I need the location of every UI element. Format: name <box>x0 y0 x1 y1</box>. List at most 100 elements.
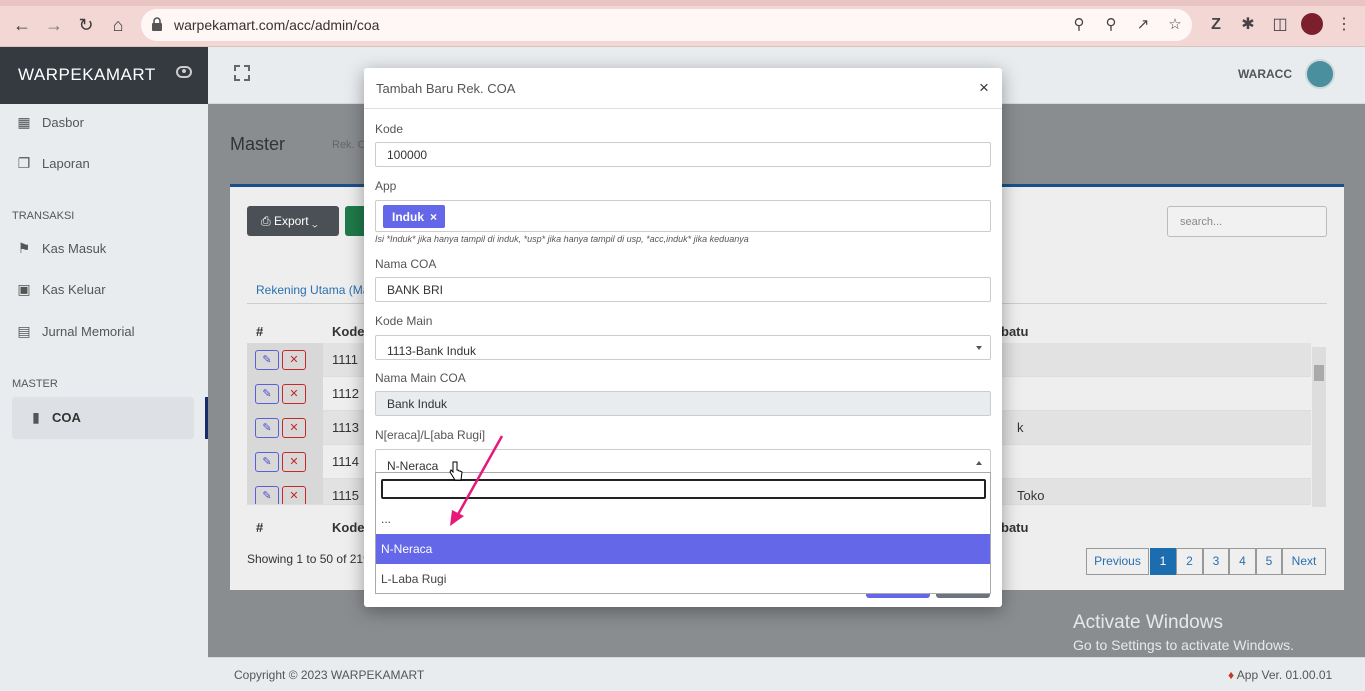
url-text[interactable]: warpekamart.com/acc/admin/coa <box>174 17 379 33</box>
table-scrollbar[interactable] <box>1312 347 1326 507</box>
sidebar-item-label: Dasbor <box>42 115 84 130</box>
nama-coa-label: Nama COA <box>375 257 437 271</box>
puzzle-icon[interactable]: ✱ <box>1237 14 1259 36</box>
key-icon[interactable]: ⚲ <box>1069 15 1089 35</box>
footer-kode: Kode <box>332 520 365 535</box>
watermark-line2: Go to Settings to activate Windows. <box>1073 637 1294 653</box>
trash-icon[interactable]: ✕ <box>282 384 306 404</box>
fullscreen-icon[interactable] <box>234 65 250 81</box>
edit-icon[interactable]: ✎ <box>255 350 279 370</box>
star-icon[interactable]: ☆ <box>1165 15 1185 35</box>
share-icon[interactable]: ↗ <box>1133 15 1153 35</box>
neraca-value: N-Neraca <box>387 459 439 473</box>
reload-icon[interactable]: ↻ <box>75 14 97 36</box>
kode-main-value: 1113-Bank Induk <box>387 344 476 358</box>
money-icon: ▣ <box>17 281 31 297</box>
search-input[interactable]: search... <box>1167 206 1327 237</box>
browser-chrome: ← → ↻ ⌂ warpekamart.com/acc/admin/coa ⚲ … <box>0 0 1365 47</box>
sidebar-item-kas-keluar[interactable]: ▣ Kas Keluar <box>12 271 194 309</box>
version-text: App Ver. 01.00.01 <box>1236 668 1333 682</box>
extension-z-icon[interactable]: Z <box>1205 14 1227 36</box>
app-tag: Induk × <box>383 205 446 228</box>
nama-main-input: Bank Induk <box>375 391 991 416</box>
breadcrumb: Rek. C <box>332 139 366 151</box>
avatar[interactable] <box>1305 59 1335 89</box>
sidebar-item-label: COA <box>52 410 81 425</box>
footer-num: # <box>256 520 264 535</box>
sidebar-item-coa[interactable]: ▮ COA <box>12 397 194 439</box>
sidebar-item-label: Laporan <box>42 156 90 171</box>
tab-rekening-utama[interactable]: Rekening Utama (Ma <box>256 283 369 297</box>
nama-main-label: Nama Main COA <box>375 371 466 385</box>
header-batu[interactable]: batu <box>1001 324 1028 339</box>
pager-page-3[interactable]: 3 <box>1203 548 1229 575</box>
eye-icon[interactable] <box>176 66 192 78</box>
address-bar[interactable]: warpekamart.com/acc/admin/coa ⚲ ⚲ ↗ ☆ <box>141 9 1192 41</box>
table-icon: ▦ <box>17 114 31 130</box>
watermark-line1: Activate Windows <box>1073 612 1223 633</box>
dropdown-option-selected[interactable]: N-Neraca <box>376 534 990 564</box>
pager-page-2[interactable]: 2 <box>1176 548 1203 575</box>
layers-icon: ♦ <box>1228 668 1235 682</box>
nama-coa-input[interactable]: BANK BRI <box>375 277 991 302</box>
export-button[interactable]: ⎙ Export ⌄ <box>247 206 339 236</box>
pager-previous[interactable]: Previous <box>1086 548 1149 575</box>
home-icon[interactable]: ⌂ <box>107 14 129 36</box>
scrollbar-thumb[interactable] <box>1314 365 1324 381</box>
edit-icon[interactable]: ✎ <box>255 418 279 438</box>
app-version: ♦ App Ver. 01.00.01 <box>1228 668 1332 682</box>
hand-cursor-icon <box>449 461 463 481</box>
brand-name[interactable]: WARPEKAMART <box>18 65 156 85</box>
page-title: Master <box>230 134 286 154</box>
row-kode: 1112 <box>332 386 359 401</box>
forward-icon[interactable]: → <box>43 14 65 36</box>
modal-header: Tambah Baru Rek. COA × <box>364 68 1002 109</box>
bank-icon: ⚑ <box>17 240 31 256</box>
sidebar-item-label: Kas Masuk <box>42 241 107 256</box>
app-hint: Isi *Induk* jika hanya tampil di induk, … <box>375 234 749 244</box>
sidebar-item-laporan[interactable]: ❐ Laporan <box>12 145 194 183</box>
kode-input[interactable]: 100000 <box>375 142 991 167</box>
pager-next[interactable]: Next <box>1282 548 1326 575</box>
showing-info: Showing 1 to 50 of 219 <box>247 552 370 566</box>
pager-page-5[interactable]: 5 <box>1256 548 1282 575</box>
user-name[interactable]: WARACC <box>1238 67 1292 81</box>
edit-icon[interactable]: ✎ <box>255 452 279 472</box>
trash-icon[interactable]: ✕ <box>282 486 306 504</box>
sidebar-item-label: Jurnal Memorial <box>42 324 135 339</box>
kebab-menu-icon[interactable]: ⋮ <box>1333 14 1355 36</box>
trash-icon[interactable]: ✕ <box>282 350 306 370</box>
pager-page-1[interactable]: 1 <box>1150 548 1176 575</box>
chevron-down-icon <box>976 346 982 350</box>
page-footer: Copyright © 2023 WARPEKAMART ♦ App Ver. … <box>208 657 1365 691</box>
row-fragment: Toko <box>1017 488 1045 503</box>
edit-icon[interactable]: ✎ <box>255 384 279 404</box>
sidebar: WARPEKAMART ▦ Dasbor ❐ Laporan TRANSAKSI… <box>0 47 208 691</box>
app-tag-input[interactable]: Induk × <box>375 200 991 232</box>
zoom-icon[interactable]: ⚲ <box>1101 15 1121 35</box>
sidebar-item-jurnal-memorial[interactable]: ▤ Jurnal Memorial <box>12 313 194 351</box>
trash-icon[interactable]: ✕ <box>282 452 306 472</box>
modal-title: Tambah Baru Rek. COA <box>376 81 516 96</box>
kode-main-select[interactable]: 1113-Bank Induk <box>375 335 991 360</box>
sidebar-item-kas-masuk[interactable]: ⚑ Kas Masuk <box>12 230 194 268</box>
pager-page-4[interactable]: 4 <box>1229 548 1256 575</box>
sidepanel-icon[interactable]: ◫ <box>1269 14 1291 36</box>
book-icon: ▤ <box>17 323 31 339</box>
sidebar-item-dasbor[interactable]: ▦ Dasbor <box>12 104 194 142</box>
lock-icon <box>152 17 162 31</box>
copyright: Copyright © 2023 WARPEKAMART <box>234 668 425 682</box>
sidebar-item-label: Kas Keluar <box>42 282 106 297</box>
trash-icon[interactable]: ✕ <box>282 418 306 438</box>
dropdown-option[interactable]: L-Laba Rugi <box>376 564 990 594</box>
app-label: App <box>375 179 397 193</box>
back-icon[interactable]: ← <box>11 14 33 36</box>
section-label-master: MASTER <box>12 378 58 390</box>
header-kode[interactable]: Kode <box>332 324 365 339</box>
remove-tag-icon[interactable]: × <box>430 210 437 224</box>
brand-bar: WARPEKAMART <box>0 47 208 104</box>
edit-icon[interactable]: ✎ <box>255 486 279 504</box>
profile-avatar[interactable] <box>1301 13 1323 35</box>
row-actions: ✎ ✕ <box>247 445 323 479</box>
close-icon[interactable]: × <box>979 78 993 97</box>
